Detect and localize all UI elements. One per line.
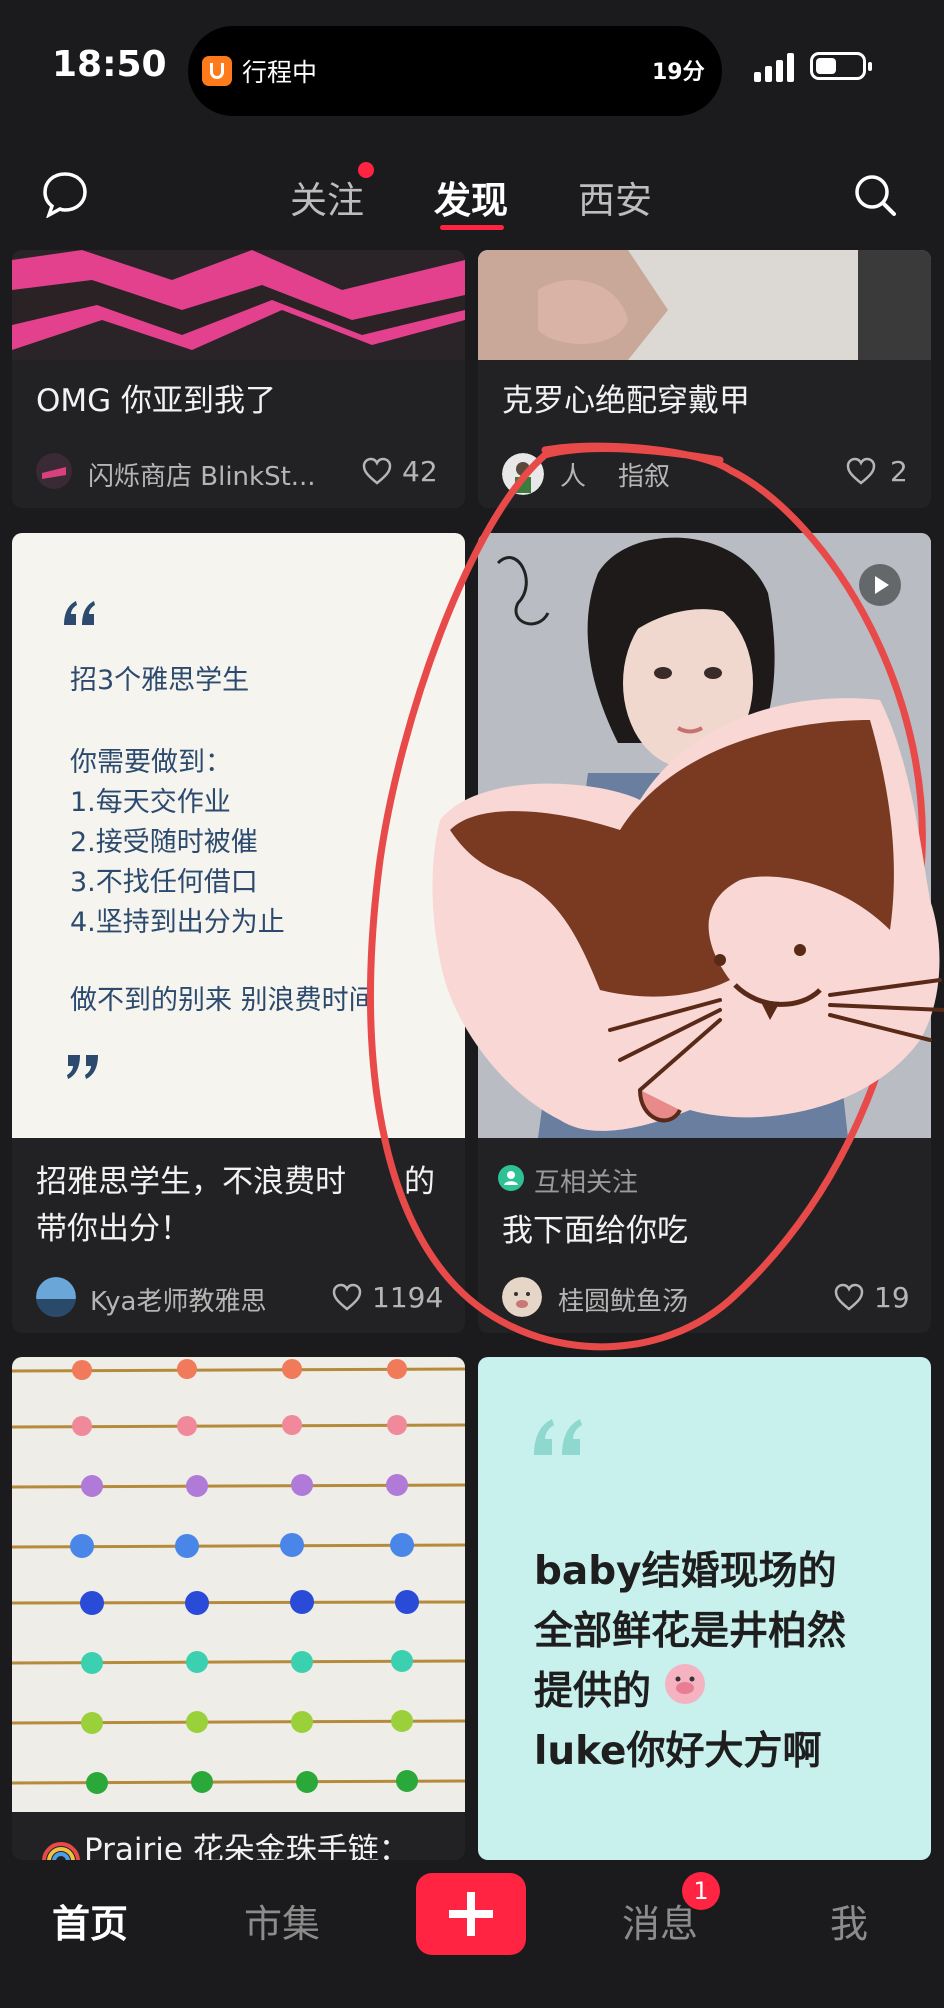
cat-sticker-icon [432, 698, 944, 1131]
annotation-overlay [367, 442, 944, 1351]
tab-me[interactable]: 我 [830, 1893, 868, 1948]
messages-badge: 1 [682, 1872, 720, 1910]
tab-home[interactable]: 首页 [52, 1893, 128, 1948]
create-post-button[interactable] [416, 1873, 526, 1955]
tab-market[interactable]: 市集 [244, 1893, 320, 1948]
